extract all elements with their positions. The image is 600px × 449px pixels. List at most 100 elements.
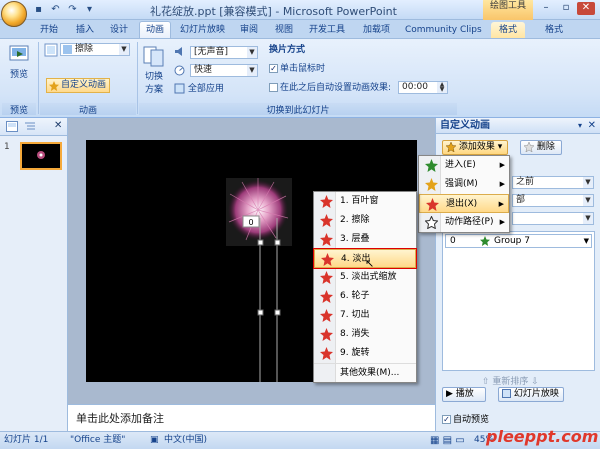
exit-effect-more[interactable]: 其他效果(M)... <box>314 363 416 382</box>
check-icon: ✓ <box>442 415 451 424</box>
menu-item-motion-path[interactable]: 动作路径(P) ▶ <box>419 213 509 232</box>
animation-list[interactable]: 0 Group 7 ▼ <box>442 231 595 371</box>
view-buttons[interactable]: ▦ ▤ ▭ <box>430 432 465 449</box>
animation-list-item[interactable]: 0 Group 7 ▼ <box>445 234 592 248</box>
tab-home[interactable]: 开始 <box>40 22 58 38</box>
save-icon[interactable]: ▪ <box>32 3 45 16</box>
speed-combo[interactable]: ▼ <box>512 212 594 225</box>
menu-item-emphasis[interactable]: 强调(M) ▶ <box>419 175 509 194</box>
add-effect-button[interactable]: 添加效果 ▾ <box>442 140 508 155</box>
outline-tab-icon[interactable] <box>24 121 36 132</box>
group-label-transition: 切换到此幻灯片 <box>139 103 457 116</box>
star-red-icon <box>320 195 333 208</box>
slide-thumbnail[interactable] <box>20 142 62 170</box>
remove-star-icon <box>523 140 535 153</box>
menu-item-exit[interactable]: 退出(X) ▶ <box>419 194 509 213</box>
autopreview-checkbox[interactable]: ✓ 自动预览 <box>442 414 489 427</box>
redo-icon[interactable]: ↷ <box>66 3 79 16</box>
qat-more-icon[interactable]: ▾ <box>83 3 96 16</box>
transition-scheme-icon <box>143 46 164 67</box>
exit-effect-fade-zoom[interactable]: 5. 淡出式缩放 <box>314 268 416 287</box>
exit-effect-spin[interactable]: 9. 旋转 <box>314 344 416 363</box>
animation-order-tag: 0 <box>248 218 254 227</box>
add-effect-menu: 进入(E) ▶ 强调(M) ▶ 退出(X) ▶ 动作路径(P) ▶ <box>418 155 510 233</box>
preview-button[interactable]: 预览 <box>6 43 32 80</box>
office-button[interactable] <box>1 1 27 27</box>
transition-sound-combo[interactable]: [无声音] ▼ <box>190 46 258 59</box>
direction-combo[interactable]: 部 ▼ <box>512 194 594 207</box>
slideshow-icon <box>502 389 511 398</box>
exit-effect-disappear[interactable]: 8. 消失 <box>314 325 416 344</box>
quick-access-toolbar: ▪ ↶ ↷ ▾ <box>32 3 96 16</box>
custom-animation-button[interactable]: 自定义动画 <box>46 78 111 93</box>
status-slide: 幻灯片 1/1 <box>4 435 49 445</box>
status-theme: "Office 主题" <box>70 435 126 445</box>
tab-slideshow[interactable]: 幻灯片放映 <box>180 22 225 38</box>
transition-speed-combo[interactable]: 快速 ▼ <box>190 64 258 77</box>
star-yellow-icon <box>425 178 438 191</box>
menu-item-entrance[interactable]: 进入(E) ▶ <box>419 156 509 175</box>
speed-icon <box>174 65 185 76</box>
tab-review[interactable]: 审阅 <box>240 22 258 38</box>
tab-addins[interactable]: 加载项 <box>363 22 390 38</box>
star-red-icon <box>320 233 333 246</box>
close-button[interactable]: ✕ <box>577 2 595 15</box>
transition-scheme-button[interactable]: 切换 方案 <box>141 45 167 95</box>
submenu-arrow-icon: ▶ <box>498 200 504 208</box>
close-icon[interactable]: ✕ <box>588 118 596 134</box>
custom-animation-icon <box>49 81 59 91</box>
tab-view[interactable]: 视图 <box>275 22 293 38</box>
minimize-button[interactable]: – <box>537 2 555 15</box>
star-green-icon <box>425 159 438 172</box>
play-button[interactable]: ▶ 播放 <box>442 387 486 402</box>
slide-number: 1 <box>4 142 10 152</box>
ribbon-tabs: 开始 插入 设计 动画 幻灯片放映 审阅 视图 开发工具 加载项 Communi… <box>0 20 600 38</box>
language-icon: ▣ <box>150 435 159 445</box>
auto-after-checkbox[interactable]: 在此之后自动设置动画效果: <box>269 82 391 95</box>
animate-icon <box>44 43 58 57</box>
remove-button[interactable]: 删除 <box>520 140 562 155</box>
start-combo[interactable]: 之前 ▼ <box>512 176 594 189</box>
apply-all-button[interactable]: 全部应用 <box>174 83 224 96</box>
undo-icon[interactable]: ↶ <box>49 3 62 16</box>
chevron-down-icon[interactable]: ▾ <box>578 118 582 134</box>
on-mouse-click-checkbox[interactable]: ✓ 单击鼠标时 <box>269 63 325 76</box>
tab-community-clips[interactable]: Community Clips <box>405 22 482 38</box>
tab-format-2[interactable]: 格式 <box>545 22 563 38</box>
advance-slide-heading: 换片方式 <box>269 45 306 55</box>
tab-developer[interactable]: 开发工具 <box>309 22 345 38</box>
slideshow-button[interactable]: 幻灯片放映 <box>498 387 564 402</box>
star-red-icon <box>320 347 333 360</box>
reorder-control[interactable]: ⇧ 重新排序 ⇩ <box>482 374 539 387</box>
tab-animations[interactable]: 动画 <box>139 21 172 38</box>
exit-effect-wheel[interactable]: 6. 轮子 <box>314 287 416 306</box>
tab-format[interactable]: 格式 <box>491 22 526 38</box>
star-add-icon <box>445 140 457 153</box>
spinner-icon: ▲ ▼ <box>437 82 447 93</box>
exit-effect-blinds[interactable]: 1. 百叶窗 <box>314 192 416 211</box>
check-icon: ✓ <box>269 64 278 73</box>
exit-effect-cut[interactable]: 7. 切出 <box>314 306 416 325</box>
firework-thumb-icon <box>37 151 45 159</box>
exit-effects-submenu: 1. 百叶窗 2. 擦除 3. 层叠 4. 淡出 ↖ 5. 淡出式缩放 6. 轮子… <box>313 191 417 383</box>
exit-effect-fade[interactable]: 4. 淡出 ↖ <box>313 248 417 270</box>
slides-pane-tabs: ✕ <box>0 118 67 136</box>
chevron-down-icon[interactable]: ▼ <box>584 235 589 247</box>
slides-tab-icon[interactable] <box>6 121 18 132</box>
exit-effect-wipe[interactable]: 2. 擦除 <box>314 211 416 230</box>
tab-design[interactable]: 设计 <box>110 22 128 38</box>
close-pane-icon[interactable]: ✕ <box>54 120 62 131</box>
animate-combo[interactable]: 擦除 ▼ <box>60 43 130 56</box>
tab-insert[interactable]: 插入 <box>76 22 94 38</box>
star-red-icon <box>320 309 333 322</box>
chevron-down-icon: ▼ <box>247 47 257 58</box>
group-label-preview: 预览 <box>2 103 36 116</box>
site-watermark: pleeppt.com <box>486 427 599 446</box>
maximize-button[interactable]: ▫ <box>557 2 575 15</box>
exit-effect-peek[interactable]: 3. 层叠 <box>314 230 416 249</box>
auto-after-time-spinner[interactable]: 00:00 ▲ ▼ <box>398 81 448 94</box>
notes-pane[interactable]: 单击此处添加备注 <box>68 404 435 431</box>
title-bar: ▪ ↶ ↷ ▾ 礼花绽放.ppt [兼容模式] - Microsoft Powe… <box>0 0 600 20</box>
submenu-arrow-icon: ▶ <box>499 218 505 226</box>
ribbon: 预览 预览 擦除 ▼ 自定义动画 动画 切换 方案 [无声音] ▼ 快速 ▼ 全… <box>0 38 600 118</box>
